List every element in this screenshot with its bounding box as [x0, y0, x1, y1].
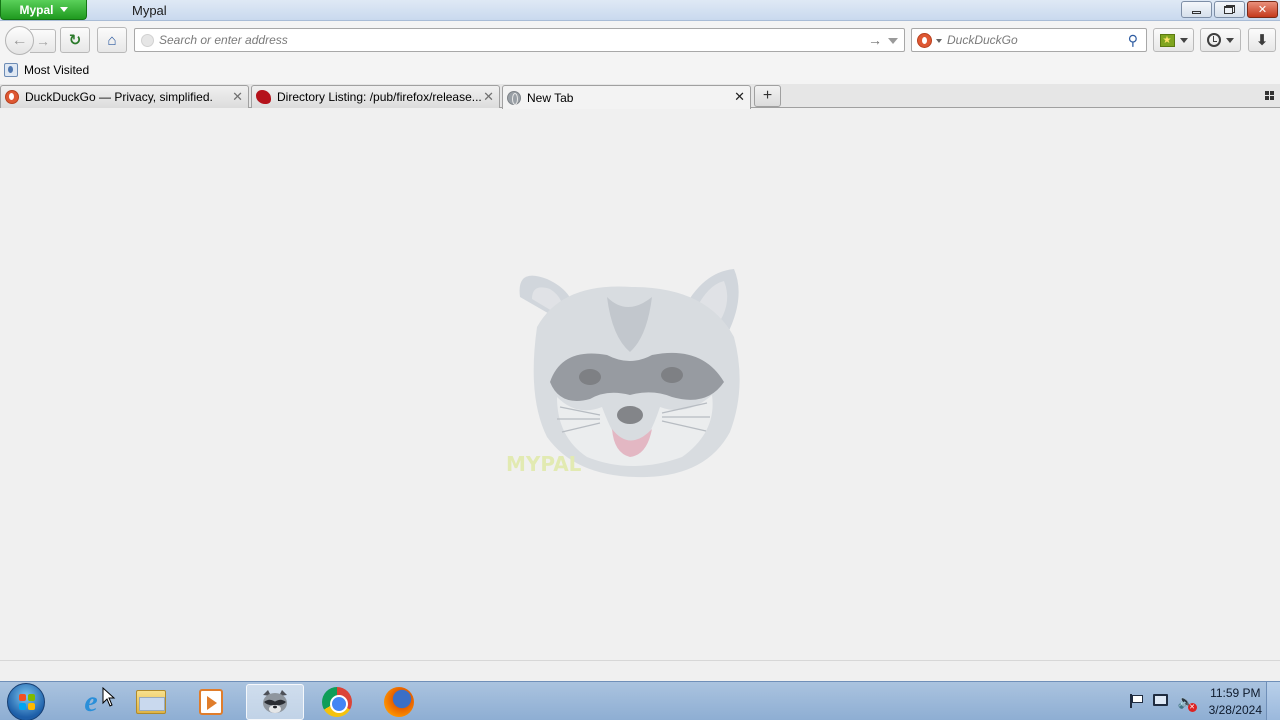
new-tab-page: MYPAL: [0, 109, 1280, 661]
history-button[interactable]: [1200, 28, 1241, 52]
clock-time: 11:59 PM: [1210, 685, 1261, 700]
chevron-down-icon: [59, 7, 68, 12]
downloads-button[interactable]: ⬇: [1248, 28, 1276, 52]
reload-icon: ↻: [68, 32, 82, 49]
chrome-icon: [322, 687, 352, 717]
close-window-button[interactable]: ✕: [1247, 1, 1278, 18]
mypal-raccoon-logo: MYPAL: [506, 269, 740, 478]
internet-explorer-icon: e: [84, 685, 98, 718]
network-icon: [1153, 693, 1169, 706]
start-button[interactable]: [7, 683, 45, 720]
volume-button[interactable]: 🔈 ✕: [1178, 694, 1197, 712]
tab-label: New Tab: [527, 90, 574, 105]
go-arrow-icon[interactable]: →: [868, 32, 882, 48]
taskbar-mypal[interactable]: [246, 684, 304, 720]
globe-icon: [507, 90, 521, 105]
home-button[interactable]: ⌂: [97, 27, 127, 53]
plus-icon: +: [762, 87, 773, 104]
minimize-icon: [1192, 10, 1201, 14]
history-dropdown-icon[interactable]: [888, 38, 898, 44]
close-icon: ✕: [1257, 4, 1268, 16]
list-all-tabs-button[interactable]: [1265, 91, 1274, 100]
bookmark-most-visited[interactable]: Most Visited: [4, 63, 89, 77]
folder-icon: [4, 63, 18, 77]
tab-label: DuckDuckGo — Privacy, simplified.: [25, 90, 213, 104]
window-controls: ✕: [1181, 1, 1278, 18]
taskbar-chrome[interactable]: [308, 684, 366, 720]
navigation-toolbar: → ← ↻ ⌂ → ⚲ ★ ⬇: [0, 21, 1280, 60]
forward-arrow-icon: →: [36, 33, 50, 49]
logo-wordmark: MYPAL: [506, 452, 582, 476]
restore-button[interactable]: [1214, 1, 1245, 18]
new-tab-button[interactable]: +: [754, 85, 781, 107]
taskbar-media-player[interactable]: [182, 684, 240, 720]
close-tab-icon[interactable]: ✕: [483, 89, 494, 105]
directory-icon: [256, 90, 271, 104]
tab-directory-listing[interactable]: Directory Listing: /pub/firefox/release.…: [251, 85, 500, 108]
duckduckgo-icon: [5, 90, 19, 104]
mute-icon: ✕: [1187, 702, 1197, 712]
download-arrow-icon: ⬇: [1255, 32, 1269, 49]
title-bar: Mypal Mypal ✕: [0, 0, 1280, 21]
firefox-icon: [384, 687, 414, 717]
flag-icon: [1129, 693, 1143, 708]
window-title: Mypal: [132, 3, 167, 18]
taskbar-file-explorer[interactable]: [122, 684, 180, 720]
app-menu-label: Mypal: [19, 2, 54, 17]
search-bar: ⚲: [911, 28, 1147, 52]
chevron-down-icon: [1226, 37, 1234, 43]
address-bar: →: [134, 28, 905, 52]
network-button[interactable]: [1153, 693, 1169, 710]
folder-icon: [136, 690, 166, 714]
mouse-cursor-icon: [102, 687, 116, 707]
duckduckgo-icon[interactable]: [917, 33, 932, 48]
close-tab-icon[interactable]: ✕: [232, 89, 243, 105]
bookmarks-menu-button[interactable]: ★: [1153, 28, 1194, 52]
back-button[interactable]: ←: [5, 26, 34, 55]
search-engine-dropdown-icon[interactable]: [936, 39, 942, 43]
close-tab-icon[interactable]: ✕: [734, 89, 745, 105]
tab-new-tab[interactable]: New Tab ✕: [502, 85, 751, 109]
action-center-button[interactable]: [1128, 693, 1144, 710]
reload-button[interactable]: ↻: [60, 27, 90, 53]
system-tray: 🔈 ✕ 11:59 PM 3/28/2024: [1128, 682, 1262, 720]
mypal-raccoon-icon: [263, 690, 287, 713]
taskbar-firefox[interactable]: [370, 684, 428, 720]
history-clock-icon: [1207, 33, 1221, 47]
media-player-icon: [199, 689, 223, 715]
status-bar: [0, 660, 1280, 681]
show-desktop-button[interactable]: [1266, 682, 1280, 720]
taskbar-clock[interactable]: 11:59 PM 3/28/2024: [1209, 685, 1262, 719]
os-taskbar: e 🔈 ✕ 11:59 PM 3/28/2024: [0, 681, 1280, 720]
back-arrow-icon: ←: [11, 31, 28, 49]
tab-label: Directory Listing: /pub/firefox/release.…: [277, 90, 482, 104]
chevron-down-icon: [1179, 37, 1188, 43]
clock-date: 3/28/2024: [1208, 702, 1262, 717]
page-identity-icon[interactable]: [141, 34, 154, 47]
home-icon: ⌂: [107, 31, 117, 49]
bookmark-label: Most Visited: [24, 63, 90, 77]
address-input[interactable]: [159, 31, 859, 49]
minimize-button[interactable]: [1181, 1, 1212, 18]
search-input[interactable]: [947, 31, 1117, 49]
tab-strip: DuckDuckGo — Privacy, simplified. ✕ Dire…: [0, 84, 1280, 109]
bookmarks-toolbar: Most Visited: [0, 60, 1280, 84]
tab-duckduckgo[interactable]: DuckDuckGo — Privacy, simplified. ✕: [0, 85, 249, 108]
bookmarks-star-icon: ★: [1159, 33, 1175, 47]
restore-icon: [1224, 5, 1235, 14]
search-icon[interactable]: ⚲: [1128, 32, 1138, 49]
app-menu-button[interactable]: Mypal: [0, 0, 87, 20]
